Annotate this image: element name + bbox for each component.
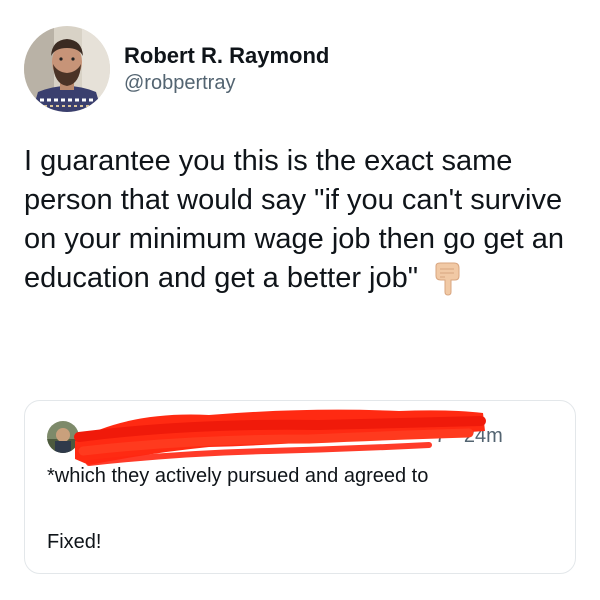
tweet-header: Robert R. Raymond @robpertray [24, 24, 329, 114]
author-info: Robert R. Raymond @robpertray [124, 42, 329, 96]
tweet-body: I guarantee you this is the exact same p… [24, 142, 584, 298]
tweet-text: I guarantee you this is the exact same p… [24, 145, 565, 294]
quoted-tweet-card[interactable]: 7 · 24m *which they actively pursued and… [24, 400, 576, 574]
tweet: Robert R. Raymond @robpertray I guarante… [0, 0, 600, 600]
author-display-name[interactable]: Robert R. Raymond [124, 42, 329, 70]
author-avatar[interactable] [24, 26, 110, 112]
avatar-photo [24, 26, 110, 112]
author-handle[interactable]: @robpertray [124, 70, 329, 96]
pointing-down-hand-icon [432, 262, 464, 296]
quoted-text-line-2: Fixed! [47, 531, 102, 553]
quoted-text-line-1: *which they actively pursued and agreed … [47, 465, 429, 487]
